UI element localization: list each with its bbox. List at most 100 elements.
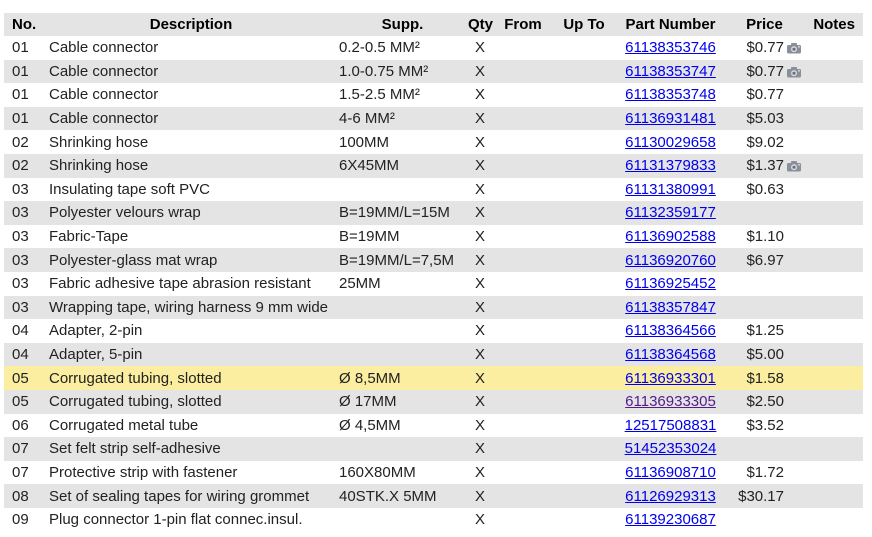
row-supp: B=19MM bbox=[337, 224, 468, 249]
row-supp: B=19MM/L=7,5M bbox=[337, 248, 468, 272]
row-description: Cable connector bbox=[45, 83, 337, 107]
row-supp: 1.5-2.5 MM² bbox=[337, 83, 468, 107]
row-description: Cable connector bbox=[45, 106, 337, 131]
row-number: 01 bbox=[4, 59, 45, 84]
row-up-to bbox=[554, 177, 614, 202]
row-price: $5.00 bbox=[746, 346, 784, 364]
row-description: Shrinking hose bbox=[45, 153, 337, 178]
row-from bbox=[492, 271, 554, 296]
row-notes bbox=[802, 507, 863, 532]
row-price: $3.52 bbox=[746, 416, 784, 434]
part-number-link[interactable]: 61138364568 bbox=[625, 346, 716, 363]
part-number-link[interactable]: 61138353746 bbox=[625, 39, 716, 56]
header-up-to: Up To bbox=[554, 13, 614, 36]
row-from bbox=[492, 319, 554, 343]
row-part-cell: 61131380991 bbox=[614, 177, 727, 202]
row-number: 04 bbox=[4, 342, 45, 367]
row-part-cell: 61138353748 bbox=[614, 83, 727, 107]
table-row: 01 Cable connector 1.0-0.75 MM² X 6113835374… bbox=[4, 59, 863, 84]
camera-icon[interactable] bbox=[786, 65, 802, 78]
row-part-cell: 61136925452 bbox=[614, 271, 727, 296]
part-number-link[interactable]: 61139230687 bbox=[625, 511, 716, 528]
row-description: Corrugated metal tube bbox=[45, 413, 337, 438]
row-qty: X bbox=[468, 319, 492, 343]
row-from bbox=[492, 83, 554, 107]
row-qty: X bbox=[468, 153, 492, 178]
row-number: 09 bbox=[4, 507, 45, 532]
row-price: $5.03 bbox=[746, 110, 784, 128]
part-number-link[interactable]: 61138353747 bbox=[625, 63, 716, 80]
row-qty: X bbox=[468, 248, 492, 272]
row-up-to bbox=[554, 153, 614, 178]
row-up-to bbox=[554, 460, 614, 485]
row-number: 01 bbox=[4, 106, 45, 131]
row-description: Polyester-glass mat wrap bbox=[45, 248, 337, 272]
row-qty: X bbox=[468, 224, 492, 249]
row-up-to bbox=[554, 271, 614, 296]
row-from bbox=[492, 460, 554, 485]
part-number-link[interactable]: 51452353024 bbox=[625, 440, 717, 457]
part-number-link[interactable]: 61136931481 bbox=[625, 110, 716, 127]
part-number-link[interactable]: 61136920760 bbox=[625, 252, 716, 269]
row-price-cell: $9.02 bbox=[727, 130, 802, 154]
row-up-to bbox=[554, 319, 614, 343]
row-description: Cable connector bbox=[45, 59, 337, 84]
part-number-link[interactable]: 61136902588 bbox=[625, 228, 716, 245]
part-number-link[interactable]: 61136933305 bbox=[625, 393, 716, 410]
row-number: 06 bbox=[4, 413, 45, 438]
part-number-link[interactable]: 61138353748 bbox=[625, 86, 716, 103]
row-from bbox=[492, 248, 554, 272]
row-from bbox=[492, 413, 554, 438]
row-description: Adapter, 2-pin bbox=[45, 319, 337, 343]
row-notes bbox=[802, 36, 863, 60]
camera-icon[interactable] bbox=[786, 159, 802, 172]
table-row: 02 Shrinking hose 6X45MM X 61131379833 $1.37 bbox=[4, 153, 863, 178]
part-number-link[interactable]: 61138364566 bbox=[625, 322, 716, 339]
row-price: $30.17 bbox=[738, 487, 784, 505]
camera-icon[interactable] bbox=[786, 41, 802, 54]
part-number-link[interactable]: 61131379833 bbox=[625, 157, 716, 174]
row-part-cell: 61136931481 bbox=[614, 106, 727, 131]
part-number-link[interactable]: 61131380991 bbox=[625, 181, 716, 198]
part-number-link[interactable]: 61132359177 bbox=[625, 204, 716, 221]
row-supp: B=19MM/L=15M bbox=[337, 201, 468, 225]
row-price: $0.77 bbox=[746, 62, 784, 80]
row-qty: X bbox=[468, 59, 492, 84]
row-number: 08 bbox=[4, 484, 45, 508]
row-notes bbox=[802, 460, 863, 485]
row-up-to bbox=[554, 106, 614, 131]
row-number: 01 bbox=[4, 36, 45, 60]
row-part-cell: 61138357847 bbox=[614, 295, 727, 320]
row-qty: X bbox=[468, 366, 492, 390]
part-number-link[interactable]: 61126929313 bbox=[625, 488, 716, 505]
table-row: 05 Corrugated tubing, slotted Ø 17MM X 61136… bbox=[4, 389, 863, 414]
row-qty: X bbox=[468, 130, 492, 154]
row-part-cell: 61136902588 bbox=[614, 224, 727, 249]
part-number-link[interactable]: 12517508831 bbox=[625, 417, 717, 434]
row-price-cell: $0.77 bbox=[727, 59, 802, 84]
part-number-link[interactable]: 61130029658 bbox=[625, 134, 716, 151]
row-description: Fabric-Tape bbox=[45, 224, 337, 249]
part-number-link[interactable]: 61136925452 bbox=[625, 275, 716, 292]
row-price: $0.77 bbox=[746, 39, 784, 57]
part-number-link[interactable]: 61138357847 bbox=[625, 299, 716, 316]
row-up-to bbox=[554, 59, 614, 84]
table-row: 03 Wrapping tape, wiring harness 9 mm wid… bbox=[4, 295, 863, 320]
row-number: 04 bbox=[4, 319, 45, 343]
table-row: 07 Protective strip with fastener 160X80MM… bbox=[4, 460, 863, 485]
row-description: Cable connector bbox=[45, 36, 337, 60]
row-qty: X bbox=[468, 389, 492, 414]
row-notes bbox=[802, 59, 863, 84]
row-price-cell: $5.03 bbox=[727, 106, 802, 131]
row-qty: X bbox=[468, 177, 492, 202]
row-supp: 6X45MM bbox=[337, 153, 468, 178]
row-notes bbox=[802, 413, 863, 438]
row-price: $1.37 bbox=[746, 157, 784, 175]
row-part-cell: 61131379833 bbox=[614, 153, 727, 178]
row-description: Plug connector 1-pin flat connec.insul. bbox=[45, 507, 337, 532]
row-notes bbox=[802, 83, 863, 107]
row-up-to bbox=[554, 389, 614, 414]
part-number-link[interactable]: 61136908710 bbox=[625, 464, 716, 481]
row-price-cell: $1.10 bbox=[727, 224, 802, 249]
part-number-link[interactable]: 61136933301 bbox=[625, 370, 716, 387]
